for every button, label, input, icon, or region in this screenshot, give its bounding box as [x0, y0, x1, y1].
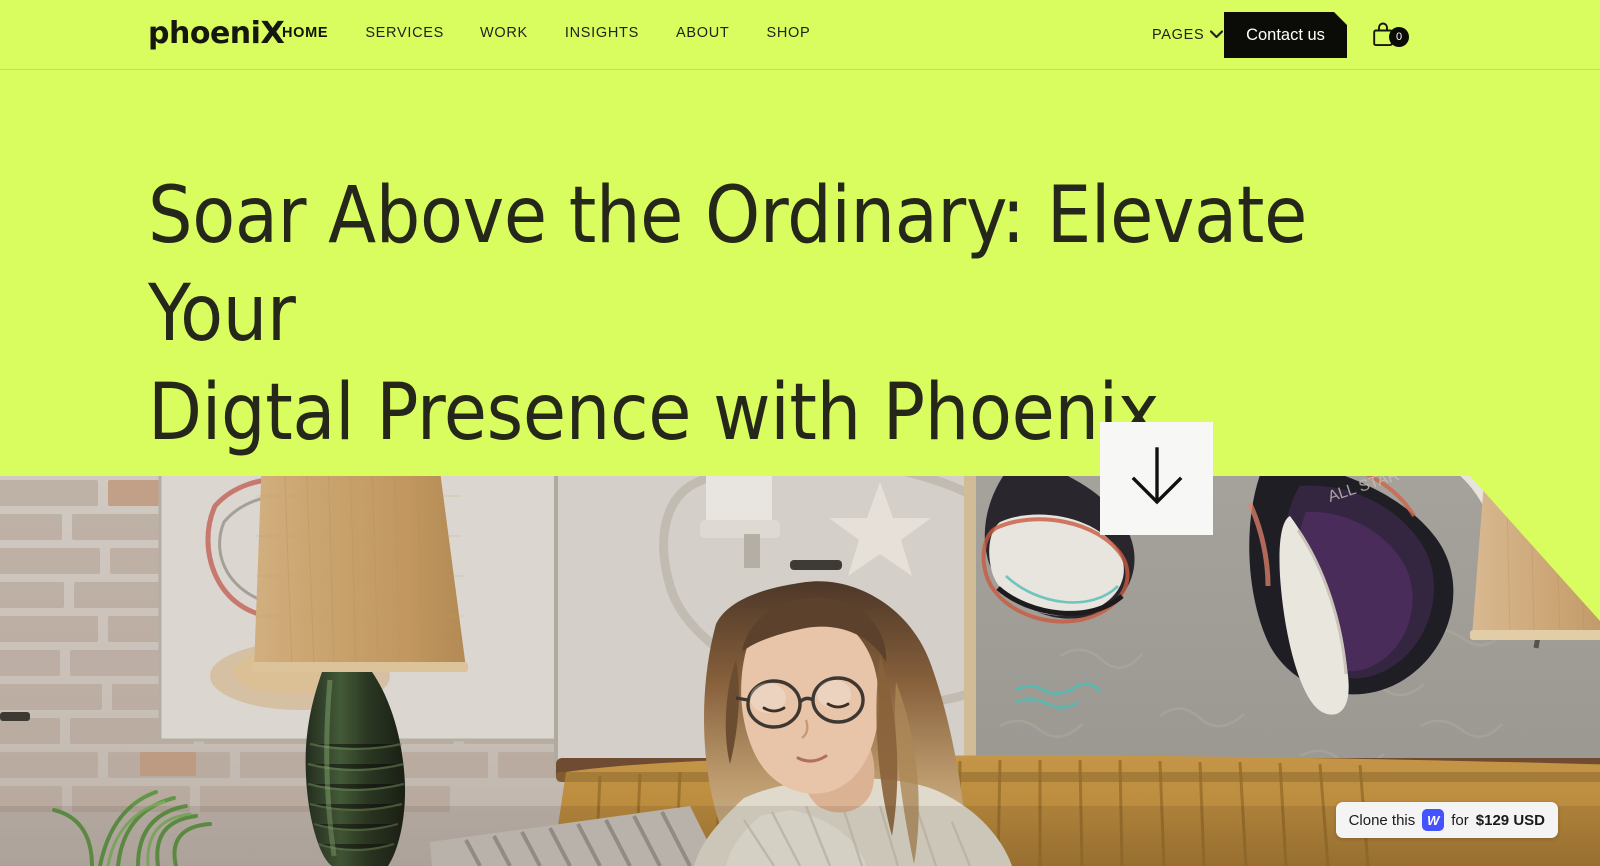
chevron-down-icon — [1210, 26, 1224, 44]
cart-button[interactable]: 0 — [1372, 22, 1409, 52]
scroll-down-button[interactable] — [1100, 422, 1213, 535]
page-title: Soar Above the Ordinary: Elevate Your Di… — [148, 167, 1408, 462]
primary-nav: HOME SERVICES WORK INSIGHTS ABOUT SHOP — [282, 25, 810, 41]
nav-item-about[interactable]: ABOUT — [676, 25, 729, 41]
nav-item-home[interactable]: HOME — [282, 25, 328, 41]
contact-us-button[interactable]: Contact us — [1224, 12, 1347, 58]
pages-dropdown-label: PAGES — [1152, 27, 1205, 43]
arrow-down-icon — [1128, 445, 1186, 512]
brand-logo[interactable]: phoeni X — [148, 16, 285, 51]
clone-badge-price: $129 USD — [1475, 811, 1545, 829]
page-root: phoeni X HOME SERVICES WORK INSIGHTS ABOU… — [0, 0, 1600, 866]
top-navbar: phoeni X HOME SERVICES WORK INSIGHTS ABOU… — [0, 0, 1600, 70]
clone-badge-prefix: Clone this — [1348, 811, 1416, 829]
webflow-icon: W — [1422, 809, 1445, 831]
brand-logo-text: phoeni — [148, 16, 261, 51]
clone-this-badge[interactable]: Clone this W for $129 USD — [1335, 802, 1558, 838]
nav-item-insights[interactable]: INSIGHTS — [565, 25, 639, 41]
nav-item-shop[interactable]: SHOP — [766, 25, 810, 41]
clone-badge-middle: for — [1451, 811, 1469, 829]
hero-title-line-1: Soar Above the Ordinary: Elevate Your — [148, 171, 1307, 360]
nav-item-services[interactable]: SERVICES — [365, 25, 444, 41]
hero-section: Soar Above the Ordinary: Elevate Your Di… — [0, 70, 1600, 476]
cart-count-badge: 0 — [1389, 27, 1409, 47]
hero-title-line-2: Digtal Presence with Phoenix — [148, 367, 1160, 458]
pages-dropdown[interactable]: PAGES — [1152, 26, 1224, 44]
nav-item-work[interactable]: WORK — [480, 25, 528, 41]
